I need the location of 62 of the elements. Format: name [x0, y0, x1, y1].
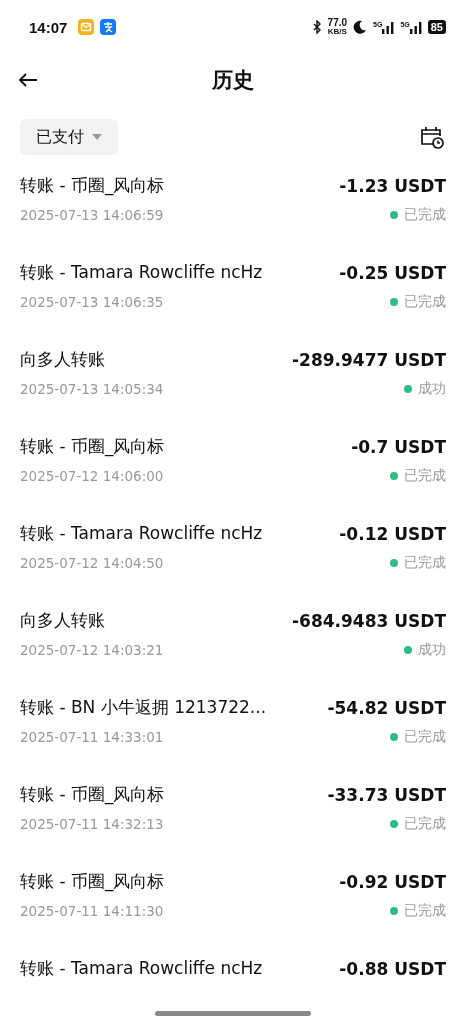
status-dot — [390, 733, 398, 741]
status-dot — [390, 472, 398, 480]
transaction-time: 2025-07-11 14:32:13 — [20, 816, 164, 832]
transaction-status: 已完成 — [404, 554, 446, 572]
network-speed: 77.0 — [327, 18, 348, 28]
transaction-time: 2025-07-12 14:03:21 — [20, 642, 164, 658]
caret-icon — [92, 134, 102, 140]
status-dot — [404, 385, 412, 393]
transaction-amount: -684.9483 USDT — [292, 610, 446, 631]
bluetooth-icon — [312, 20, 322, 34]
transaction-status: 已完成 — [404, 293, 446, 311]
transaction-amount: -0.88 USDT — [339, 958, 446, 979]
status-time: 14:07 — [29, 18, 68, 36]
transaction-time: 2025-07-13 14:05:34 — [20, 381, 164, 397]
transaction-status: 已完成 — [404, 902, 446, 920]
page-title: 历史 — [212, 67, 254, 94]
transaction-amount: -54.82 USDT — [327, 697, 446, 718]
battery-indicator: 85 — [427, 20, 446, 34]
transaction-time: 2025-07-13 14:06:59 — [20, 207, 164, 223]
signal-icon — [382, 20, 395, 34]
transaction-time: 2025-07-11 14:33:01 — [20, 729, 164, 745]
transaction-status: 已完成 — [404, 467, 446, 485]
transaction-title[interactable]: 转账 - Tamara Rowcliffe ncHz — [20, 957, 263, 980]
transaction-title[interactable]: 转账 - 币圈_风向标 — [20, 174, 165, 197]
transaction-amount: -0.92 USDT — [339, 871, 446, 892]
status-dot — [390, 211, 398, 219]
transaction-title[interactable]: 转账 - BN 小牛返拥 1213722... — [20, 696, 267, 719]
calendar-clock-icon[interactable] — [420, 125, 444, 149]
transaction-title[interactable]: 向多人转账 — [20, 609, 105, 632]
transaction-amount: -1.23 USDT — [339, 175, 446, 196]
back-arrow-icon[interactable] — [18, 72, 38, 88]
transaction-time: 2025-07-13 14:06:35 — [20, 294, 164, 310]
transaction-amount: -33.73 USDT — [327, 784, 446, 805]
transaction-status: 已完成 — [404, 728, 446, 746]
status-dot — [390, 559, 398, 567]
status-dot — [404, 646, 412, 654]
status-dot — [390, 907, 398, 915]
transaction-title[interactable]: 向多人转账 — [20, 348, 105, 371]
payment-app-icon — [100, 19, 117, 35]
mail-app-icon — [78, 19, 95, 35]
transaction-status: 已完成 — [404, 206, 446, 224]
transaction-title[interactable]: 转账 - 币圈_风向标 — [20, 435, 165, 458]
transaction-status: 成功 — [418, 380, 446, 398]
transaction-amount: -0.25 USDT — [339, 262, 446, 283]
speed-unit: KB/S — [327, 28, 347, 36]
transaction-status: 成功 — [418, 641, 446, 659]
moon-icon — [353, 20, 368, 34]
transaction-amount: -0.7 USDT — [351, 436, 446, 457]
transaction-title[interactable]: 转账 - Tamara Rowcliffe ncHz — [20, 261, 263, 284]
transaction-amount: -289.9477 USDT — [292, 349, 446, 370]
transaction-time: 2025-07-12 14:06:00 — [20, 468, 164, 484]
signal-icon — [409, 20, 422, 34]
status-filter-dropdown[interactable]: 已支付 — [20, 119, 118, 155]
status-dot — [390, 298, 398, 306]
status-dot — [390, 820, 398, 828]
transaction-title[interactable]: 转账 - 币圈_风向标 — [20, 870, 165, 893]
transaction-title[interactable]: 转账 - 币圈_风向标 — [20, 783, 165, 806]
transaction-amount: -0.12 USDT — [339, 523, 446, 544]
transaction-title[interactable]: 转账 - Tamara Rowcliffe ncHz — [20, 522, 263, 545]
transaction-time: 2025-07-12 14:04:50 — [20, 555, 164, 571]
transaction-time: 2025-07-11 14:11:30 — [20, 903, 164, 919]
transaction-status: 已完成 — [404, 815, 446, 833]
